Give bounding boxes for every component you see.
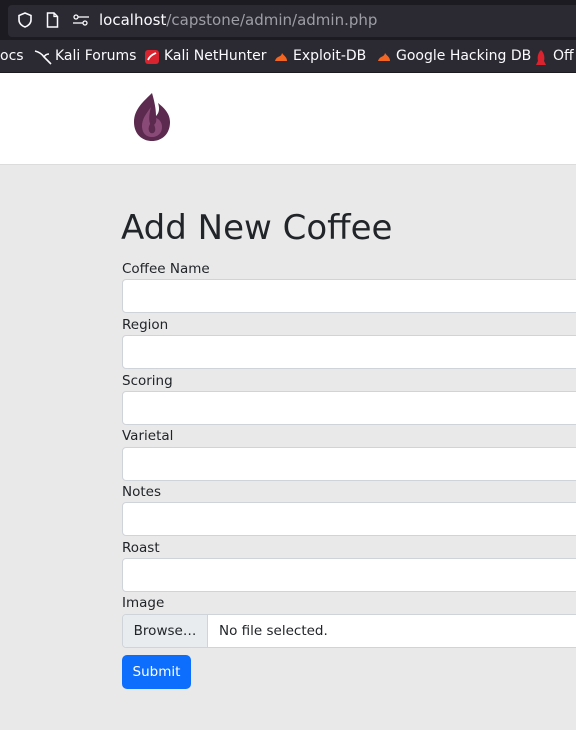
notes-label: Notes [122,484,161,500]
image-label: Image [122,595,165,611]
region-label: Region [122,317,169,333]
exploit-db-icon [275,53,287,61]
coffee-name-label: Coffee Name [122,261,210,277]
browser-toolbar: localhost/capstone/admin/admin.php [0,0,576,40]
file-status: No file selected. [219,623,328,639]
region-input[interactable] [122,335,576,369]
bookmark-kali-forums[interactable]: Kali Forums [55,48,136,64]
submit-button[interactable]: Submit [122,655,191,689]
roast-label: Roast [122,540,160,556]
url-text[interactable]: localhost/capstone/admin/admin.php [99,11,377,29]
image-file-input[interactable]: Browse… No file selected. [122,614,576,648]
notes-input[interactable] [122,502,576,536]
roast-input[interactable] [122,558,576,592]
scoring-label: Scoring [122,373,173,389]
page-title: Add New Coffee [121,208,393,248]
url-host: localhost [99,11,167,29]
bookmark-docs[interactable]: ocs [0,48,24,64]
bookmark-google-hacking-db[interactable]: Google Hacking DB [396,48,531,64]
bookmark-offsec[interactable]: Off [553,48,574,64]
shield-icon[interactable] [18,12,32,28]
page-icon [46,12,59,28]
scoring-input[interactable] [122,391,576,425]
bookmark-kali-nethunter[interactable]: Kali NetHunter [164,48,266,64]
coffee-name-input[interactable] [122,279,576,313]
logo-icon[interactable] [130,91,174,143]
varietal-input[interactable] [122,447,576,481]
kali-dragon-icon [34,50,52,65]
bookmark-exploit-db[interactable]: Exploit-DB [293,48,366,64]
offsec-icon [536,50,546,65]
site-header [0,73,576,165]
nethunter-icon [145,50,159,64]
permissions-icon[interactable] [72,14,90,26]
varietal-label: Varietal [122,428,174,444]
ghdb-icon [378,53,390,61]
url-path: /capstone/admin/admin.php [166,11,378,29]
bookmarks-bar: ocs Kali Forums Kali NetHunter Exploit-D… [0,40,576,73]
browse-button[interactable]: Browse… [123,615,208,647]
